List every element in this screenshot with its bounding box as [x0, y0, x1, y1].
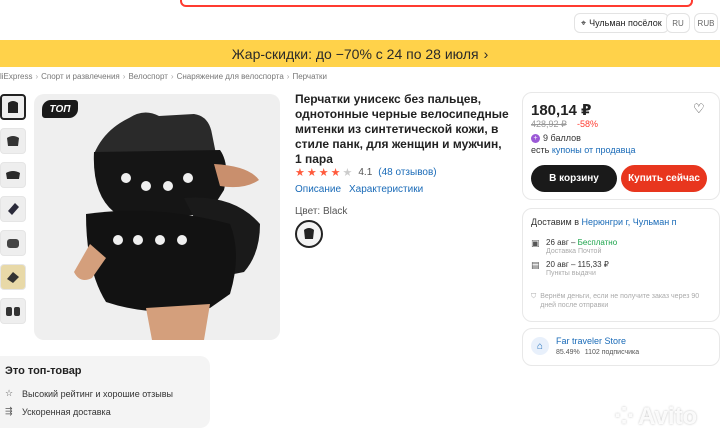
store-name[interactable]: Far traveler Store [556, 336, 626, 346]
thumbnail[interactable] [0, 196, 26, 222]
star-icon: ★ [306, 167, 317, 179]
delivery-date: 20 авг [546, 260, 569, 269]
rating-value: 4.1 [358, 167, 373, 178]
feature-label: Высокий рейтинг и хорошие отзывы [22, 388, 173, 399]
star-icon: ★ [342, 167, 353, 179]
top-product-feature: ⇶ Ускоренная доставка [5, 406, 111, 417]
feature-label: Ускоренная доставка [22, 406, 111, 417]
pickup-icon: ▤ [531, 260, 540, 270]
delivery-price: Бесплатно [577, 238, 618, 247]
chevron-right-icon: › [483, 45, 489, 62]
top-badge: ТОП [42, 100, 78, 118]
add-to-cart-button[interactable]: В корзину [531, 165, 617, 192]
avito-logo-icon: ⁘ [614, 403, 635, 430]
breadcrumb-item[interactable]: Велоспорт [128, 72, 167, 84]
location-label: Чульман посёлок [589, 18, 662, 28]
promo-text: Жар-скидки: до −70% с 24 по 28 июля [231, 45, 479, 62]
search-bar-edge[interactable] [180, 0, 693, 7]
delivery-price: 115,33 ₽ [577, 260, 609, 269]
product-main-image[interactable] [34, 94, 280, 340]
delivery-method: Пункты выдачи [546, 270, 596, 277]
delivery-method: Доставка Почтой [546, 248, 602, 255]
top-product-feature: ☆ Высокий рейтинг и хорошие отзывы [5, 388, 173, 399]
thumbnail[interactable] [0, 264, 26, 290]
coupon-info: есть купоны от продавца [531, 145, 636, 155]
breadcrumb: liExpress › Спорт и развлечения › Велоспор… [0, 72, 327, 84]
old-price: 428,92 ₽ [531, 119, 567, 129]
points-info: + 9 баллов [531, 133, 581, 143]
current-price: 180,14 ₽ [531, 102, 592, 119]
delivery-destination: Доставим в Нерюнгри г, Чульман п [531, 217, 677, 227]
color-swatch[interactable] [295, 220, 323, 248]
product-title: Перчатки унисекс без пальцев, однотонные… [295, 92, 509, 166]
tab-description[interactable]: Описание [295, 184, 341, 195]
currency-button[interactable]: RUB [694, 13, 718, 33]
refund-notice: ⛉ Вернём деньги, если не получите заказ … [531, 292, 711, 310]
watermark-text: Avito [638, 402, 698, 430]
tab-specs[interactable]: Характеристики [349, 184, 423, 195]
coupon-link[interactable]: купоны от продавца [552, 145, 636, 155]
breadcrumb-item[interactable]: liExpress [0, 72, 32, 84]
reviews-link[interactable]: (48 отзывов) [378, 167, 436, 178]
breadcrumb-item[interactable]: Перчатки [292, 72, 327, 84]
fast-delivery-icon: ⇶ [5, 406, 13, 416]
delivery-option: ▤ 20 авг – 115,33 ₽ Пункты выдачи [531, 260, 609, 277]
delivery-date: 26 авг [546, 238, 569, 247]
location-button[interactable]: ⌖ Чульман посёлок [574, 13, 669, 33]
truck-icon: ▣ [531, 238, 540, 248]
avito-watermark: ⁘ Avito [614, 402, 697, 431]
delivery-place-link[interactable]: Нерюнгри г, Чульман п [582, 217, 677, 227]
language-button[interactable]: RU [666, 13, 690, 33]
top-product-title: Это топ-товар [5, 365, 82, 377]
rating-icon: ☆ [5, 388, 14, 398]
shield-icon: ⛉ [531, 293, 537, 300]
location-pin-icon: ⌖ [581, 17, 587, 28]
thumbnail[interactable] [0, 94, 26, 120]
breadcrumb-separator: › [122, 72, 126, 81]
thumbnail[interactable] [0, 162, 26, 188]
buy-now-button[interactable]: Купить сейчас [621, 165, 707, 192]
thumbnail[interactable] [0, 298, 26, 324]
coupon-prefix: есть [531, 145, 550, 155]
delivery-prefix: Доставим в [531, 217, 580, 227]
points-icon: + [531, 133, 540, 143]
thumbnail[interactable] [0, 230, 26, 256]
store-icon: ⌂ [531, 337, 549, 355]
heart-icon[interactable]: ♡ [693, 101, 705, 117]
store-card[interactable] [522, 328, 720, 366]
delivery-option: ▣ 26 авг – Бесплатно Доставка Почтой [531, 238, 618, 255]
discount-badge: -58% [577, 119, 599, 129]
promo-banner[interactable]: Жар-скидки: до −70% с 24 по 28 июля › [0, 40, 720, 67]
thumbnail[interactable] [0, 128, 26, 154]
store-stats: 85.49% 1102 подписчика [556, 349, 639, 356]
refund-text: Вернём деньги, если не получите заказ че… [540, 293, 700, 309]
star-icon: ★ [318, 167, 329, 179]
store-rating: 85.49% [556, 349, 580, 356]
points-label: 9 баллов [543, 133, 581, 143]
star-icon: ★ [295, 167, 305, 179]
breadcrumb-separator: › [170, 72, 174, 81]
breadcrumb-item[interactable]: Спорт и развлечения [41, 72, 120, 84]
thumbnail-strip [0, 94, 28, 332]
breadcrumb-item[interactable]: Снаряжение для велоспорта [177, 72, 284, 84]
store-subscribers: 1102 подписчика [584, 349, 640, 356]
product-rating[interactable]: ★ ★ ★ ★ ★ 4.1 (48 отзывов) [295, 166, 437, 179]
breadcrumb-separator: › [35, 72, 39, 81]
product-tabs: Описание Характеристики [295, 184, 423, 195]
breadcrumb-separator: › [286, 72, 290, 81]
star-icon: ★ [330, 167, 341, 179]
color-label: Цвет: Black [295, 206, 348, 217]
